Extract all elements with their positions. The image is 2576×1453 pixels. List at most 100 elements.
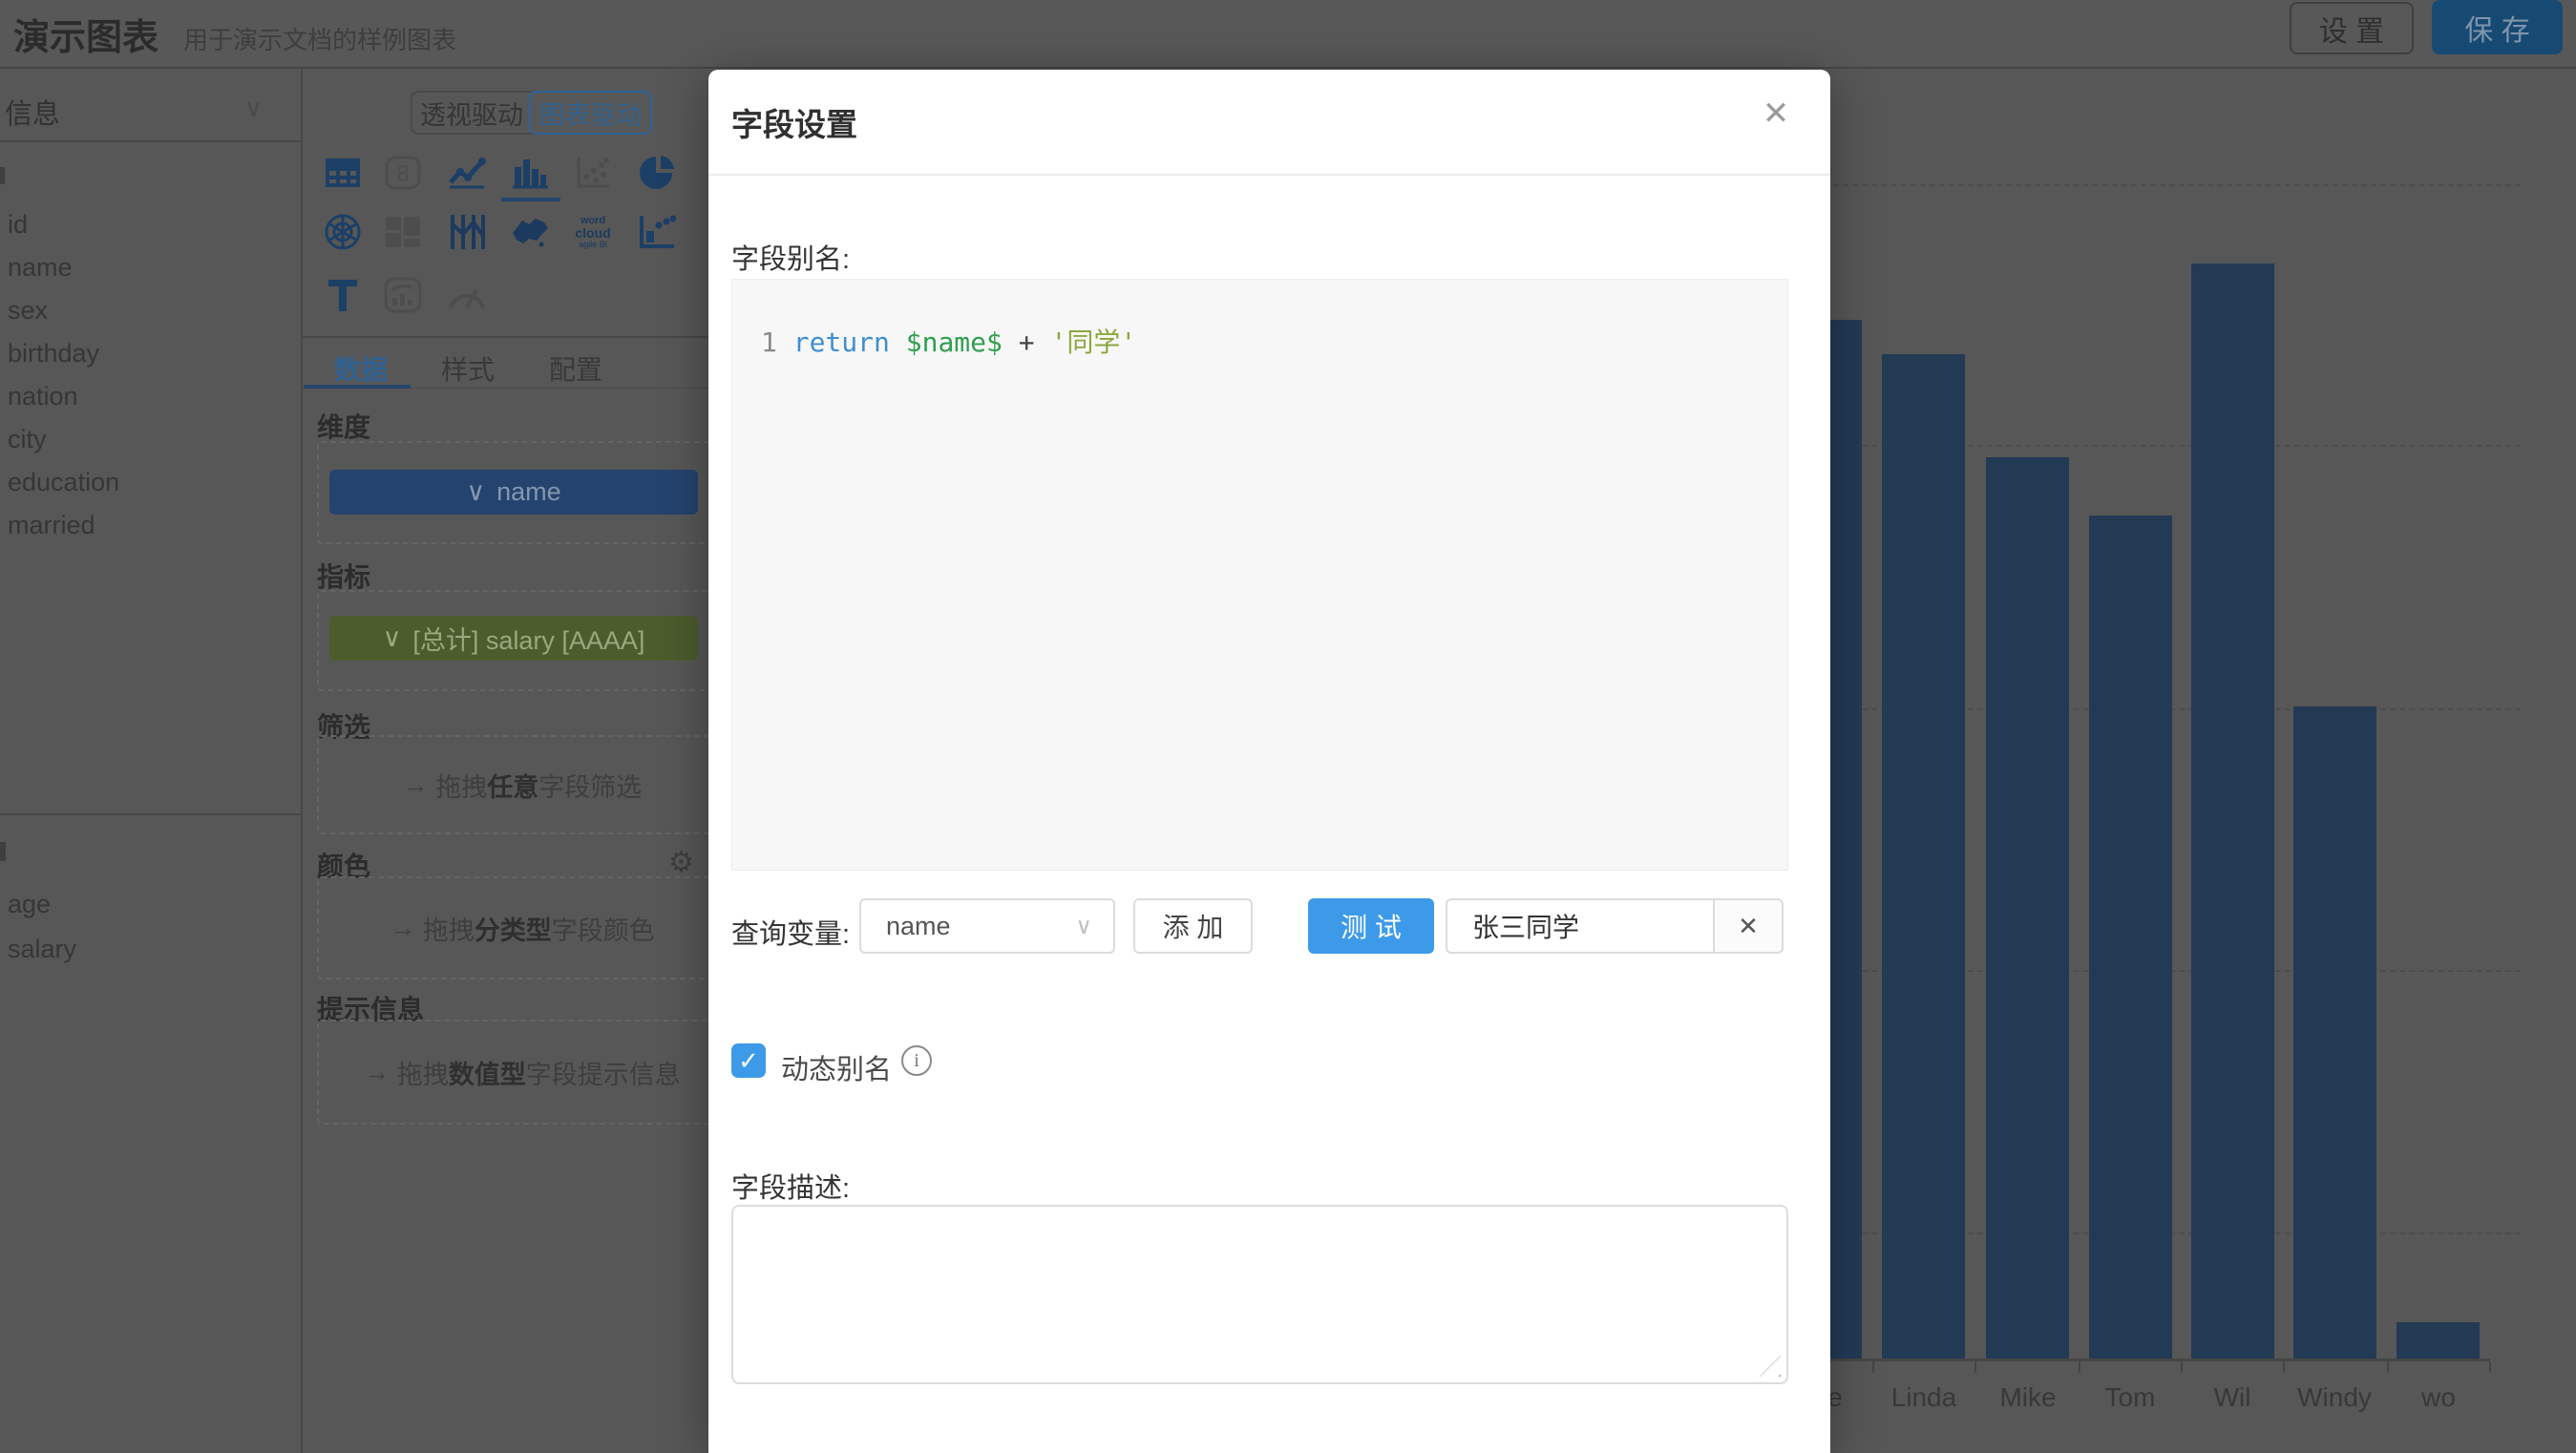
query-variable-select[interactable]: name ∨ <box>859 898 1115 954</box>
field-item-name[interactable]: name <box>8 253 294 284</box>
chart-bar[interactable] <box>1986 457 2069 1360</box>
description-textarea[interactable] <box>731 1205 1788 1384</box>
gear-icon[interactable]: ⚙ <box>668 846 694 879</box>
x-axis-label: Windy <box>2297 1382 2372 1413</box>
code-variable: $name$ <box>906 326 1003 358</box>
axis-tick <box>1974 1361 1976 1373</box>
dialog-header-divider <box>708 174 1830 176</box>
clear-input-icon[interactable]: ✕ <box>1713 898 1784 954</box>
metric-chip-label: [总计] salary [AAAA] <box>412 620 644 657</box>
field-item-married[interactable]: married <box>8 511 294 541</box>
axis-tick <box>2181 1361 2183 1373</box>
field-item-nation[interactable]: nation <box>8 382 294 412</box>
tooltip-hint-bold: 数值型 <box>449 1054 526 1091</box>
dynamic-alias-label[interactable]: 动态别名 <box>781 1047 892 1087</box>
chevron-down-icon[interactable]: ∨ <box>383 623 402 653</box>
dynamic-alias-checkbox[interactable]: ✓ <box>731 1043 766 1078</box>
tab-chart-drive[interactable]: 图表驱动 <box>529 91 652 135</box>
chart-bar[interactable] <box>2293 706 2376 1359</box>
field-item-city[interactable]: city <box>8 425 294 455</box>
metric-chip[interactable]: ∨ [总计] salary [AAAA] <box>329 616 698 661</box>
field-item-birthday[interactable]: birthday <box>8 339 294 369</box>
number-card-icon[interactable]: 8 <box>381 153 425 193</box>
field-item-id[interactable]: id <box>8 210 294 241</box>
chevron-down-icon[interactable]: ∨ <box>244 94 263 123</box>
chart-bar[interactable] <box>1882 354 1965 1359</box>
axis-tick <box>2283 1361 2285 1373</box>
axis-tick <box>2079 1361 2080 1373</box>
gauge-icon[interactable] <box>445 275 489 315</box>
table-icon[interactable] <box>321 153 365 193</box>
field-item-age[interactable]: age <box>8 890 294 920</box>
filter-hint-bold: 任意 <box>487 767 538 804</box>
axis-tick <box>2387 1361 2389 1373</box>
card-chart-icon[interactable] <box>381 275 425 315</box>
dataset-group-title[interactable]: 信息 <box>5 92 60 132</box>
drive-mode-switch: 透视驱动 图表驱动 <box>411 91 652 135</box>
info-icon[interactable]: i <box>901 1045 932 1076</box>
field-item-education[interactable]: education <box>8 468 294 498</box>
chart-bar[interactable] <box>2397 1322 2480 1359</box>
x-axis-label: Mike <box>1999 1382 2056 1413</box>
panel-divider <box>302 336 708 338</box>
chart-bar[interactable] <box>2191 263 2274 1359</box>
treemap-icon[interactable] <box>381 212 425 252</box>
arrow-right-icon: → <box>390 914 415 943</box>
query-variable-label: 查询变量: <box>731 912 850 952</box>
radar-icon[interactable] <box>321 212 365 252</box>
china-map-icon[interactable] <box>508 212 552 252</box>
tab-data[interactable]: 数据 <box>334 349 388 388</box>
gridline <box>1814 184 2521 186</box>
color-dropzone[interactable]: → 拖拽分类型字段颜色 <box>317 876 728 979</box>
x-axis-line <box>1719 1358 2490 1361</box>
tab-pivot-drive[interactable]: 透视驱动 <box>412 93 531 133</box>
x-axis-label: Tom <box>2105 1382 2156 1413</box>
bar-chart-icon[interactable] <box>508 153 552 193</box>
dimension-section-label: 维度 <box>317 407 370 445</box>
add-button[interactable]: 添 加 <box>1133 898 1253 954</box>
dimension-chip-label: name <box>496 477 561 507</box>
color-hint-suffix: 字段颜色 <box>552 910 655 947</box>
x-axis-label: wo <box>2421 1382 2456 1413</box>
color-hint: 拖拽 <box>423 910 475 947</box>
chart-bar[interactable] <box>2089 516 2172 1359</box>
arrow-right-icon: → <box>364 1058 390 1087</box>
word-cloud-icon[interactable]: word cloud agile Bi <box>571 212 615 252</box>
textarea-resize-handle[interactable] <box>1760 1356 1781 1377</box>
page-subtitle: 用于演示文档的样例图表 <box>183 21 456 56</box>
test-input-group: 张三同学 ✕ <box>1446 898 1784 954</box>
chevron-down-icon[interactable]: ∨ <box>466 477 485 507</box>
page-title: 演示图表 <box>13 8 158 60</box>
save-button[interactable]: 保 存 <box>2432 0 2563 54</box>
settings-button[interactable]: 设 置 <box>2290 2 2414 54</box>
color-hint-bold: 分类型 <box>475 910 552 947</box>
progress-steps-icon[interactable] <box>635 212 679 252</box>
parallel-icon[interactable] <box>445 212 489 252</box>
text-icon[interactable] <box>321 275 365 315</box>
code-string: '同学' <box>1050 326 1136 358</box>
field-settings-dialog: 字段设置 ✕ 字段别名: 1 return $name$ + '同学' 查询变量… <box>708 70 1830 1453</box>
test-button[interactable]: 测 试 <box>1308 898 1434 954</box>
tab-config[interactable]: 配置 <box>549 349 602 388</box>
close-icon[interactable]: ✕ <box>1755 93 1797 135</box>
line-chart-icon[interactable] <box>445 153 489 193</box>
tooltip-dropzone[interactable]: → 拖拽数值型字段提示信息 <box>317 1020 728 1125</box>
filter-dropzone[interactable]: → 拖拽任意字段筛选 <box>317 735 728 834</box>
field-item-sex[interactable]: sex <box>8 296 294 326</box>
dimension-chip[interactable]: ∨ name <box>329 470 698 515</box>
pie-chart-icon[interactable] <box>635 153 679 193</box>
app-screen: 演示图表 用于演示文档的样例图表 设 置 保 存 信息 ∨ id name se… <box>0 0 2576 1453</box>
test-value-input[interactable]: 张三同学 <box>1446 898 1713 954</box>
divider <box>0 140 302 142</box>
bar-chart-plot <box>1719 158 2576 1359</box>
dialog-title: 字段设置 <box>731 99 857 145</box>
tab-style[interactable]: 样式 <box>441 349 495 388</box>
clipped-glyph <box>0 842 6 861</box>
field-item-salary[interactable]: salary <box>8 935 294 965</box>
code-operator: + <box>1019 326 1035 358</box>
sidebar-divider <box>301 67 303 1453</box>
alias-code-editor[interactable]: 1 return $name$ + '同学' <box>731 279 1788 871</box>
x-axis-label: Wil <box>2214 1382 2251 1413</box>
x-axis-label: Linda <box>1891 1382 1957 1413</box>
scatter-icon[interactable] <box>571 153 615 193</box>
